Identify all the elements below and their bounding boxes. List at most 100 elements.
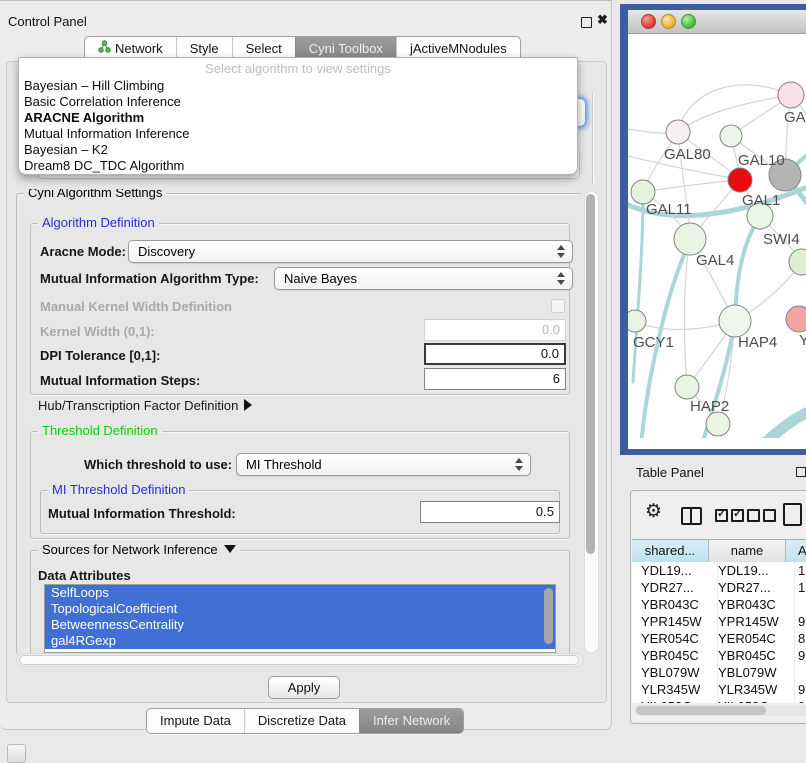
mi-steps-field[interactable]: 6 xyxy=(424,368,566,390)
network-node[interactable] xyxy=(728,168,752,192)
network-node[interactable] xyxy=(628,310,646,332)
network-node[interactable] xyxy=(719,305,751,337)
which-threshold-combobox[interactable]: MI Threshold xyxy=(236,453,531,476)
aracne-mode-combobox[interactable]: Discovery xyxy=(128,240,573,263)
apply-button[interactable]: Apply xyxy=(268,676,340,699)
table-row[interactable]: YIL052CYIL052C9 xyxy=(632,698,806,703)
table-cell[interactable]: YBR043C xyxy=(709,596,795,613)
hub-section-toggle[interactable]: Hub/Transcription Factor Definition xyxy=(38,398,252,413)
algorithm-option[interactable]: Basic Correlation Inference xyxy=(19,94,577,110)
table-cell[interactable]: YBR045C xyxy=(709,647,795,664)
settings-vertical-scrollbar[interactable] xyxy=(584,191,599,653)
table-panel-float-icon[interactable] xyxy=(796,467,806,477)
table-cell[interactable]: YDR27... xyxy=(709,579,795,596)
file-icon[interactable] xyxy=(783,503,802,526)
algorithm-option[interactable]: Bayesian – Hill Climbing xyxy=(19,78,577,94)
zoom-traffic-light[interactable] xyxy=(681,14,696,29)
network-node[interactable] xyxy=(706,412,730,436)
list-scrollbar-thumb[interactable] xyxy=(544,588,553,644)
table-row[interactable]: YPR145WYPR145W9. xyxy=(632,613,806,630)
sources-group-toggle[interactable]: Sources for Network Inference xyxy=(38,542,240,558)
table-row[interactable]: YBR043CYBR043C xyxy=(632,596,806,613)
table-row[interactable]: YDR27...YDR27...12 xyxy=(632,579,806,596)
table-cell[interactable]: YPR145W xyxy=(632,613,718,630)
column-header-shared-name[interactable]: shared... xyxy=(632,540,709,562)
algorithm-option[interactable]: Dream8 DC_TDC Algorithm xyxy=(19,158,577,174)
network-node[interactable] xyxy=(666,120,690,144)
scrollbar-thumb[interactable] xyxy=(586,194,595,554)
column-header-a[interactable]: A xyxy=(786,540,806,562)
table-cell[interactable]: YDL19... xyxy=(632,562,718,579)
column-header-name[interactable]: name xyxy=(709,540,786,562)
table-cell[interactable]: YIL052C xyxy=(632,698,718,703)
table-cell[interactable]: YDL19... xyxy=(709,562,795,579)
minimize-traffic-light[interactable] xyxy=(661,14,676,29)
checked-box-icon[interactable] xyxy=(715,509,728,522)
table-cell[interactable]: YDR27... xyxy=(632,579,718,596)
table-cell[interactable]: YER054C xyxy=(709,630,795,647)
network-edge[interactable] xyxy=(643,180,737,192)
table-cell[interactable]: YPR145W xyxy=(709,613,795,630)
minimized-panel-icon[interactable] xyxy=(7,744,26,763)
table-cell[interactable]: 9. xyxy=(786,613,806,630)
table-row[interactable]: YBR045CYBR045C9. xyxy=(632,647,806,664)
table-row[interactable]: YBL079WYBL079W xyxy=(632,664,806,681)
network-node[interactable] xyxy=(789,249,806,275)
checked-box-icon[interactable] xyxy=(731,509,744,522)
network-canvas[interactable]: GALGAL80GAL10GAL1GAL11SWI4GAL4GCY1HAP4YH… xyxy=(628,34,806,438)
close-icon[interactable]: ✖ xyxy=(597,12,608,28)
table-cell[interactable] xyxy=(786,596,806,613)
table-cell[interactable]: 9. xyxy=(786,647,806,664)
algorithm-option[interactable]: ARACNE Algorithm xyxy=(19,110,577,126)
settings-horizontal-scrollbar[interactable] xyxy=(16,653,584,667)
unchecked-box-icon[interactable] xyxy=(763,509,776,522)
table-row[interactable]: YDL19...YDL19...13 xyxy=(632,562,806,579)
table-cell[interactable]: YBL079W xyxy=(709,664,795,681)
mi-type-combobox[interactable]: Naive Bayes xyxy=(274,267,573,290)
kernel-width-field[interactable]: 0.0 xyxy=(424,319,566,341)
gear-icon[interactable]: ⚙ xyxy=(645,500,662,523)
column-layout-icon[interactable] xyxy=(681,507,702,525)
table-cell[interactable]: 12 xyxy=(786,579,806,596)
network-node[interactable] xyxy=(786,306,806,332)
network-window-titlebar[interactable] xyxy=(628,10,806,34)
table-cell[interactable]: YER054C xyxy=(632,630,718,647)
network-edge[interactable] xyxy=(633,196,643,382)
table-cell[interactable]: YBR045C xyxy=(632,647,718,664)
table-row[interactable]: YLR345WYLR345W9. xyxy=(632,681,806,698)
table-cell[interactable]: YLR345W xyxy=(632,681,718,698)
data-attribute-item[interactable]: TopologicalCoefficient xyxy=(45,601,555,617)
unchecked-box-icon[interactable] xyxy=(747,509,760,522)
data-attribute-item[interactable]: SelfLoops xyxy=(45,585,555,601)
table-cell[interactable]: YLR345W xyxy=(709,681,795,698)
float-window-icon[interactable] xyxy=(581,17,592,28)
network-edge[interactable] xyxy=(680,95,791,130)
table-row[interactable]: YER054CYER054C8. xyxy=(632,630,806,647)
manual-kernel-checkbox[interactable] xyxy=(551,299,565,313)
table-cell[interactable]: 9 xyxy=(786,698,806,703)
scrollbar-thumb[interactable] xyxy=(19,655,579,665)
network-node[interactable] xyxy=(720,125,742,147)
tab-infer-network[interactable]: Infer Network xyxy=(359,709,463,733)
table-horizontal-scrollbar[interactable] xyxy=(634,705,806,716)
data-attribute-item[interactable]: gal4RGexp xyxy=(45,633,555,649)
mi-threshold-field[interactable]: 0.5 xyxy=(420,501,560,523)
algorithm-option[interactable]: Bayesian – K2 xyxy=(19,142,577,158)
table-cell[interactable]: 9. xyxy=(786,681,806,698)
close-traffic-light[interactable] xyxy=(641,14,656,29)
table-cell[interactable]: 13 xyxy=(786,562,806,579)
tab-impute-data[interactable]: Impute Data xyxy=(147,709,244,733)
table-cell[interactable] xyxy=(786,664,806,681)
network-node[interactable] xyxy=(675,375,699,399)
network-edge[interactable] xyxy=(684,239,690,384)
network-node[interactable] xyxy=(674,223,706,255)
data-attribute-item[interactable]: BetweennessCentrality xyxy=(45,617,555,633)
dpi-tolerance-field[interactable]: 0.0 xyxy=(424,343,566,365)
network-edge[interactable] xyxy=(766,405,806,438)
table-cell[interactable]: 8. xyxy=(786,630,806,647)
network-node[interactable] xyxy=(778,82,804,108)
table-cell[interactable]: YBR043C xyxy=(632,596,718,613)
tab-discretize-data[interactable]: Discretize Data xyxy=(244,709,359,733)
table-cell[interactable]: YIL052C xyxy=(709,698,795,703)
algorithm-option[interactable]: Mutual Information Inference xyxy=(19,126,577,142)
